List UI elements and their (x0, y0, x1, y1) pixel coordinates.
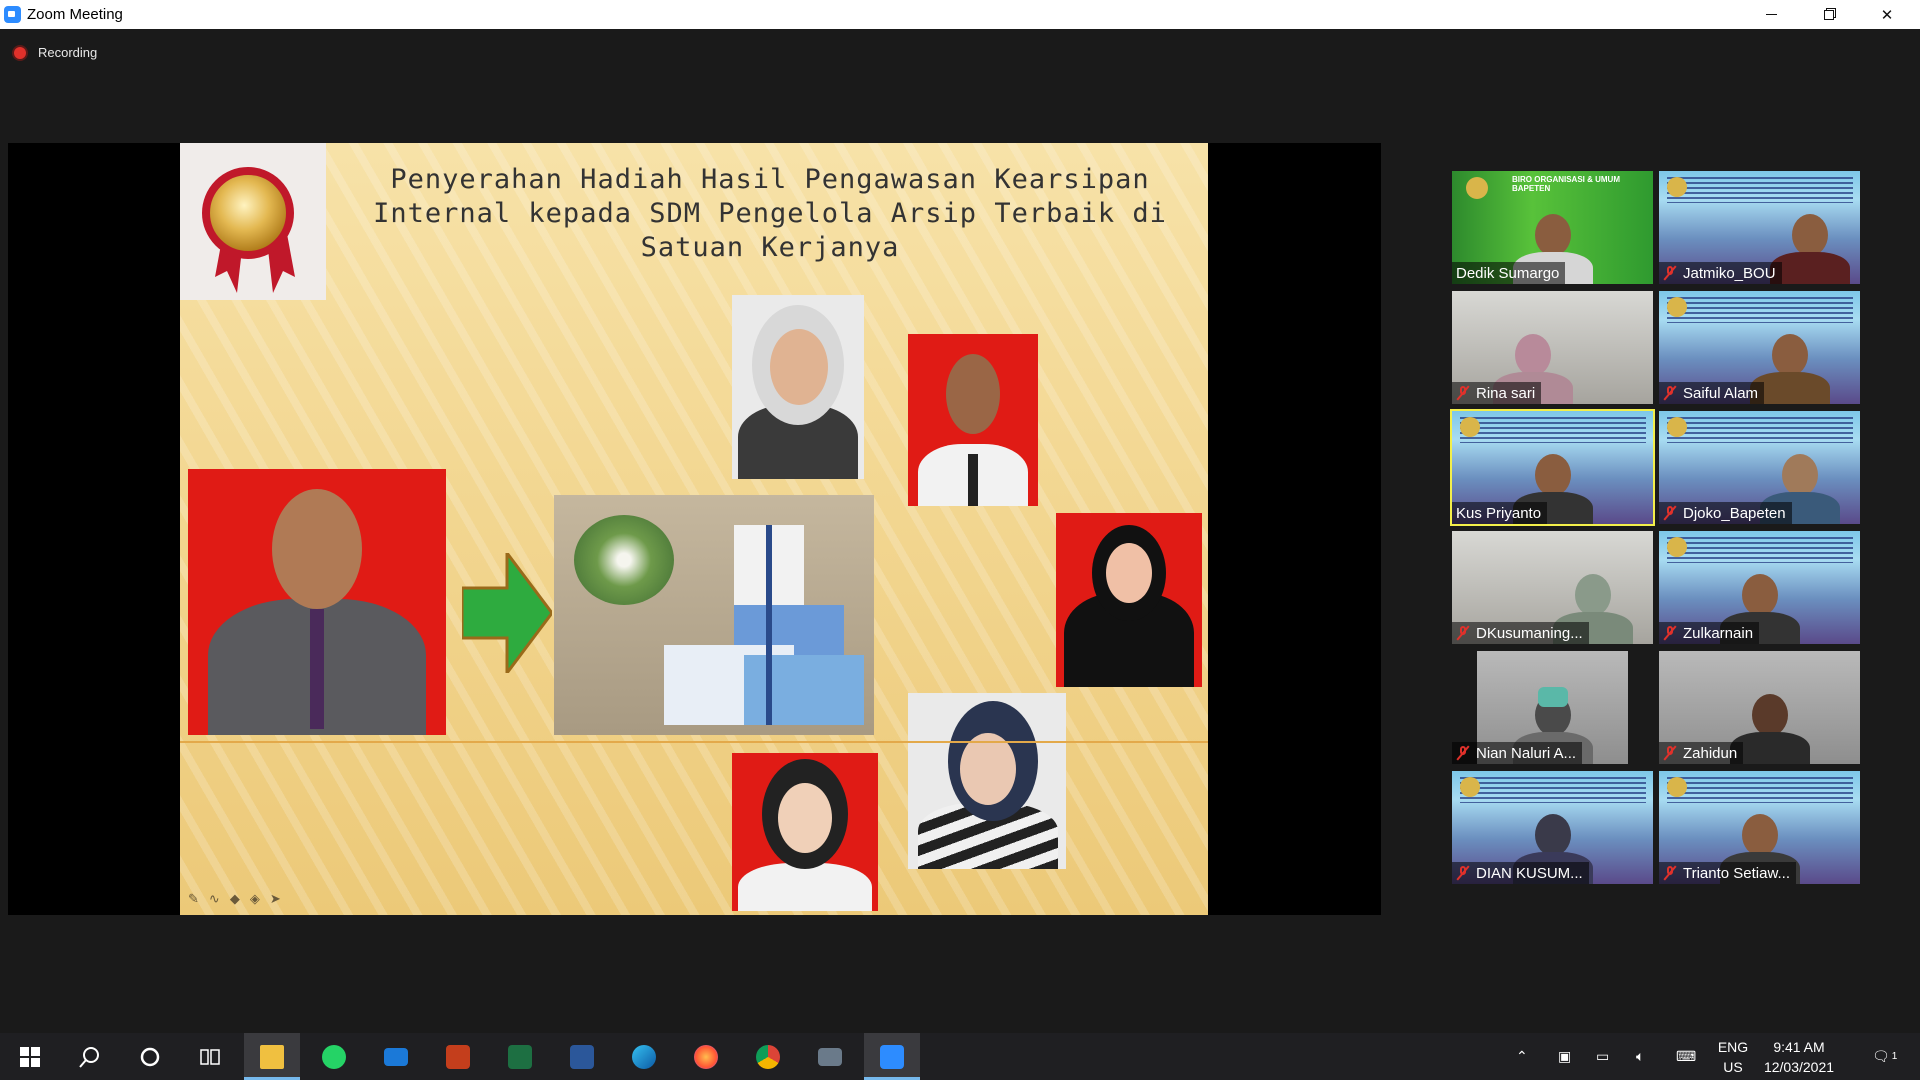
notifications-icon[interactable]: 🗨︎ 1 (1872, 1033, 1897, 1080)
participant-photo (908, 334, 1038, 506)
squiggle-icon[interactable]: ∿ (209, 891, 220, 907)
show-hidden-icons-icon[interactable]: ⌃ (1516, 1033, 1528, 1080)
volume-icon[interactable]: 🔈︎ (1636, 1033, 1644, 1080)
minimize-button[interactable] (1742, 0, 1800, 29)
participant-photo (908, 693, 1066, 869)
recording-indicator[interactable]: Recording (14, 45, 97, 60)
network-icon[interactable]: ▭ (1596, 1033, 1609, 1080)
mic-muted-icon (1663, 745, 1677, 761)
mic-muted-icon (1456, 625, 1470, 641)
clock-date: 12/03/2021 (1763, 1059, 1835, 1075)
participant-photo (1056, 513, 1202, 687)
presentation-slide: Penyerahan Hadiah Hasil Pengawasan Kears… (180, 143, 1208, 915)
mic-muted-icon (1663, 865, 1677, 881)
system-clock[interactable]: 9:41 AM 12/03/2021 (1756, 1037, 1842, 1077)
annotation-toolbar: ✎ ∿ ◆ ◈ ➤ (188, 891, 281, 907)
screen-share: Penyerahan Hadiah Hasil Pengawasan Kears… (8, 143, 1381, 915)
windows-taskbar: ⌃ ▣ ▭ 🔈︎ ⌨ ENG US 9:41 AM 12/03/2021 🗨︎ 1 (0, 1033, 1920, 1080)
participant-name: Zulkarnain (1659, 622, 1760, 644)
participant-tile[interactable]: Nian Naluri A... (1452, 651, 1653, 764)
start-icon[interactable] (2, 1033, 58, 1080)
recording-dot-icon (14, 46, 26, 59)
clock-time: 9:41 AM (1773, 1039, 1825, 1055)
word-icon[interactable] (554, 1033, 610, 1080)
participant-name: Zahidun (1659, 742, 1744, 764)
participant-tile[interactable]: BIRO ORGANISASI & UMUM BAPETEN Dedik Sum… (1452, 171, 1653, 284)
participant-tile[interactable]: Saiful Alam (1659, 291, 1860, 404)
participant-tile[interactable]: Zahidun (1659, 651, 1860, 764)
participant-photo (732, 753, 878, 911)
task-view-icon[interactable] (182, 1033, 238, 1080)
restore-button[interactable] (1800, 0, 1858, 29)
participant-tile[interactable]: DIAN KUSUM... (1452, 771, 1653, 884)
powerpoint-icon[interactable] (430, 1033, 486, 1080)
mic-muted-icon (1663, 505, 1677, 521)
participant-name: DKusumaning... (1452, 622, 1589, 644)
search-icon[interactable] (62, 1033, 118, 1080)
gift-boxes-image (554, 495, 874, 735)
excel-icon[interactable] (492, 1033, 548, 1080)
gold-medal-icon (202, 167, 294, 259)
banner-text: BIRO ORGANISASI & UMUM BAPETEN (1512, 175, 1620, 193)
mic-muted-icon (1456, 385, 1470, 401)
participant-name: Dedik Sumargo (1452, 262, 1566, 284)
participant-photo (732, 295, 864, 479)
participant-tile[interactable]: Trianto Setiaw... (1659, 771, 1860, 884)
participant-name: Saiful Alam (1659, 382, 1765, 404)
pointer-icon[interactable]: ➤ (270, 891, 281, 907)
participant-name: Nian Naluri A... (1452, 742, 1583, 764)
mic-muted-icon (1663, 385, 1677, 401)
whatsapp-icon[interactable] (306, 1033, 362, 1080)
meeting-area: Recording Penyerahan Hadiah Hasil Pengaw… (0, 29, 1920, 1033)
highlighter-icon[interactable]: ◆ (230, 891, 240, 907)
recording-label: Recording (38, 45, 98, 60)
participant-tile[interactable]: Rina sari (1452, 291, 1653, 404)
participant-photo-large (188, 469, 446, 735)
camera-icon[interactable] (802, 1033, 858, 1080)
emblem-icon (1466, 177, 1488, 199)
arrow-right-icon (462, 553, 552, 673)
eraser-icon[interactable]: ◈ (250, 891, 260, 907)
participant-name: Trianto Setiaw... (1659, 862, 1796, 884)
cortana-icon[interactable] (122, 1033, 178, 1080)
participant-tile[interactable]: DKusumaning... (1452, 531, 1653, 644)
participant-name: DIAN KUSUM... (1452, 862, 1589, 884)
mic-muted-icon (1663, 265, 1677, 281)
participant-name: Rina sari (1452, 382, 1542, 404)
participant-tile[interactable]: Zulkarnain (1659, 531, 1860, 644)
keyboard-icon[interactable]: ⌨ (1676, 1033, 1696, 1080)
participant-name: Kus Priyanto (1452, 502, 1548, 524)
slide-title: Penyerahan Hadiah Hasil Pengawasan Kears… (373, 164, 1167, 263)
pen-icon[interactable]: ✎ (188, 891, 199, 907)
zoom-app-icon (4, 6, 21, 23)
edge-icon[interactable] (616, 1033, 672, 1080)
mask-icon (1538, 687, 1568, 707)
meet-now-icon[interactable]: ▣ (1558, 1033, 1571, 1080)
notification-count: 1 (1891, 1051, 1898, 1062)
window-title: Zoom Meeting (27, 6, 123, 23)
participant-name: Djoko_Bapeten (1659, 502, 1792, 524)
close-button[interactable] (1858, 0, 1916, 29)
participant-tile-active-speaker[interactable]: Kus Priyanto (1450, 409, 1655, 526)
mail-icon[interactable] (368, 1033, 424, 1080)
participant-name: Jatmiko_BOU (1659, 262, 1782, 284)
mic-muted-icon (1663, 625, 1677, 641)
firefox-icon[interactable] (678, 1033, 734, 1080)
chrome-icon[interactable] (740, 1033, 796, 1080)
mic-muted-icon (1456, 865, 1470, 881)
file-explorer-icon[interactable] (244, 1033, 300, 1080)
mic-muted-icon (1456, 745, 1470, 761)
input-language[interactable]: ENG US (1713, 1037, 1753, 1077)
medal-image (180, 143, 326, 300)
title-bar: Zoom Meeting (0, 0, 1920, 29)
participant-tile[interactable]: Djoko_Bapeten (1659, 411, 1860, 524)
slide-divider (180, 741, 1208, 743)
participant-tile[interactable]: Jatmiko_BOU (1659, 171, 1860, 284)
zoom-icon[interactable] (864, 1033, 920, 1080)
